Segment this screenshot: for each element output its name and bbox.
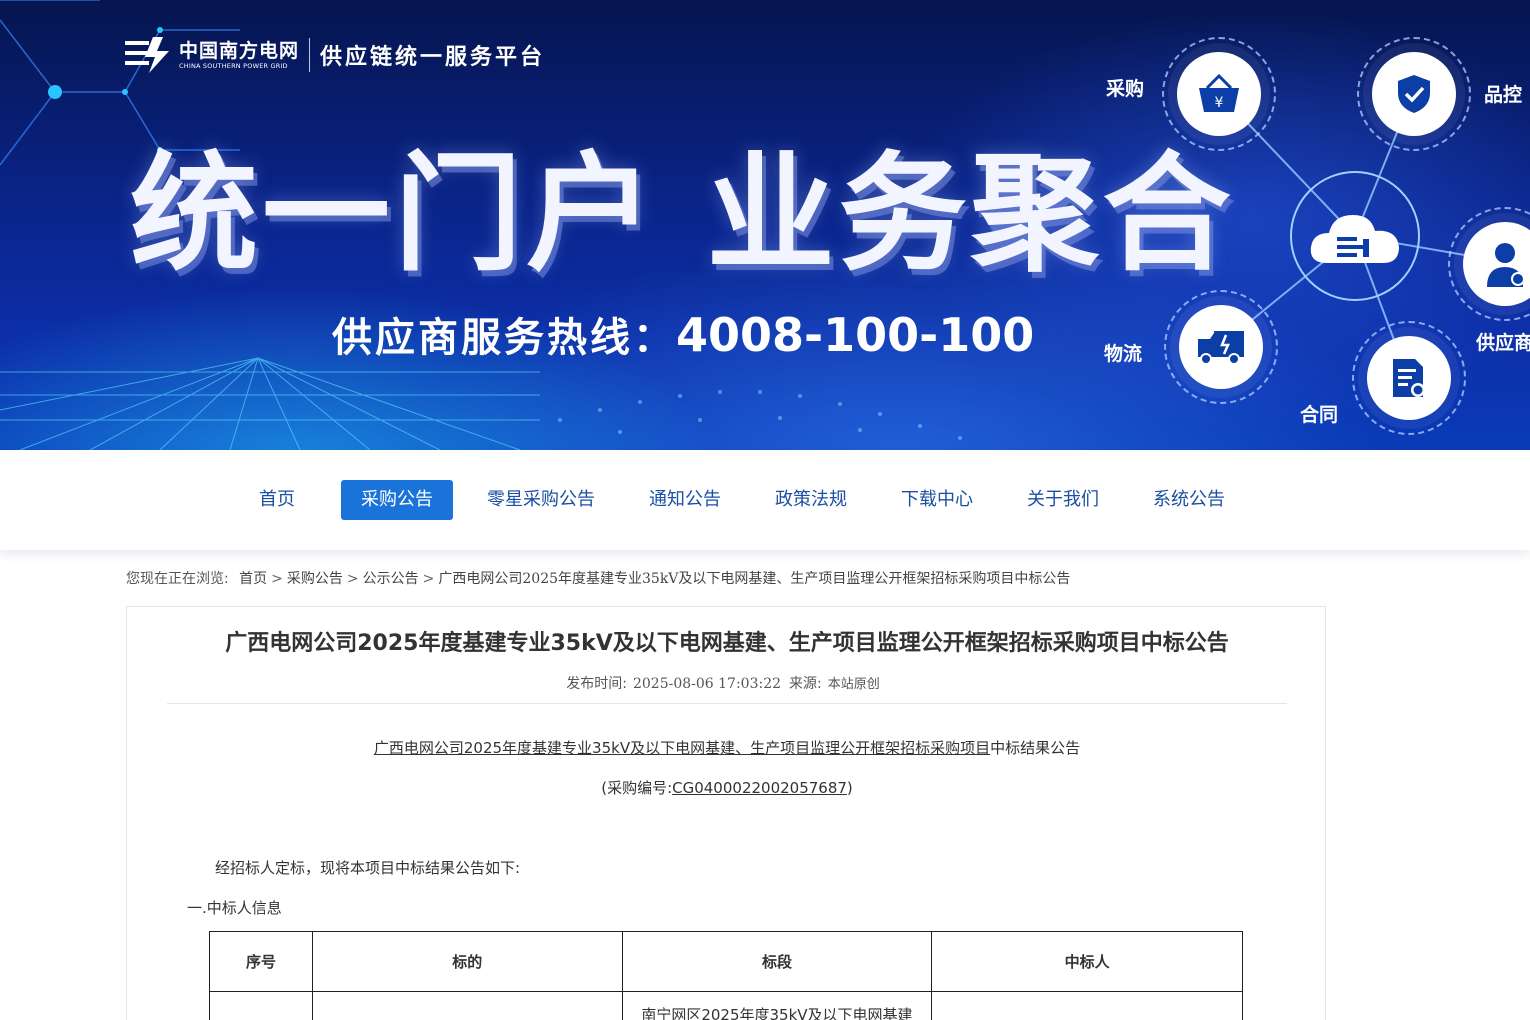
- breadcrumb-separator: >: [346, 571, 359, 587]
- project-link[interactable]: 广西电网公司2025年度基建专业35kV及以下电网基建、生产项目监理公开框架招标…: [374, 739, 990, 757]
- breadcrumb-home[interactable]: 首页: [239, 571, 267, 587]
- hub-label-supplier: 供应商: [1476, 332, 1530, 354]
- table-cell-subject: [311, 991, 623, 1020]
- main-navigation: 首页 采购公告 零星采购公告 通知公告 政策法规 下载中心 关于我们 系统公告: [0, 450, 1530, 550]
- contract-node[interactable]: [1367, 336, 1451, 420]
- document-heading-suffix: 中标结果公告: [990, 739, 1081, 757]
- hotline-label: 供应商服务热线：: [332, 315, 676, 361]
- hotline: 供应商服务热线：4008-100-100: [332, 305, 1034, 363]
- table-header-index: 序号: [209, 931, 313, 992]
- nav-item-system-notice[interactable]: 系统公告: [1139, 480, 1239, 520]
- table-header-subject: 标的: [311, 931, 623, 992]
- nav-item-notices[interactable]: 通知公告: [635, 480, 735, 520]
- source-label: 来源:: [789, 676, 822, 692]
- logo-divider: [309, 38, 311, 72]
- hub-label-logistics: 物流: [1104, 343, 1143, 365]
- breadcrumb-procurement-notice[interactable]: 采购公告: [287, 571, 343, 587]
- procurement-code-prefix: (采购编号:: [601, 779, 673, 797]
- logo-chinese-name: 中国南方电网: [179, 40, 300, 62]
- publish-time-label: 发布时间:: [566, 676, 627, 692]
- hub-label-purchase: 采购: [1106, 78, 1145, 100]
- hub-label-contract: 合同: [1300, 404, 1339, 426]
- banner: 中国南方电网 CHINA SOUTHERN POWER GRID 供应链统一服务…: [0, 0, 1530, 450]
- winner-table: 序号 标的 标段 中标人 南宁网区2025年度35kV及以下电网基建: [209, 931, 1243, 1020]
- procurement-code-line: (采购编号:CG0400022002057687): [127, 777, 1327, 798]
- breadcrumb-current: 广西电网公司2025年度基建专业35kV及以下电网基建、生产项目监理公开框架招标…: [438, 571, 1071, 587]
- section-heading-winner-info: 一.中标人信息: [187, 899, 282, 917]
- table-cell-winner: [931, 991, 1243, 1020]
- intro-paragraph: 经招标人定标，现将本项目中标结果公告如下:: [215, 859, 521, 877]
- document-heading: 广西电网公司2025年度基建专业35kV及以下电网基建、生产项目监理公开框架招标…: [127, 737, 1327, 758]
- article-meta: 发布时间: 2025-08-06 17:03:22 来源: 本站原创: [127, 673, 1327, 693]
- supplier-person-icon: [1487, 243, 1525, 287]
- purchase-node[interactable]: ¥: [1177, 52, 1261, 136]
- table-header-winner: 中标人: [931, 931, 1243, 992]
- platform-name: 供应链统一服务平台: [320, 45, 546, 70]
- contract-document-icon: [1393, 359, 1425, 397]
- logistics-node[interactable]: [1179, 305, 1263, 389]
- banner-slogan: 统一门户 业务聚合: [130, 140, 1235, 289]
- breadcrumb-separator: >: [422, 571, 435, 587]
- quality-node[interactable]: [1372, 52, 1456, 136]
- nav-item-policies[interactable]: 政策法规: [761, 480, 861, 520]
- breadcrumb-public-notice[interactable]: 公示公告: [363, 571, 419, 587]
- table-row: 南宁网区2025年度35kV及以下电网基建: [209, 991, 1243, 1020]
- table-header-lot: 标段: [621, 931, 933, 992]
- nav-item-downloads[interactable]: 下载中心: [887, 480, 987, 520]
- nav-item-about-us[interactable]: 关于我们: [1013, 480, 1113, 520]
- article-title: 广西电网公司2025年度基建专业35kV及以下电网基建、生产项目监理公开框架招标…: [225, 631, 1229, 656]
- table-header-row: 序号 标的 标段 中标人: [209, 931, 1243, 992]
- nav-item-home[interactable]: 首页: [237, 480, 317, 520]
- breadcrumb: 您现在正在浏览: 首页 > 采购公告 > 公示公告 > 广西电网公司2025年度基建专业35…: [126, 568, 1070, 588]
- power-grid-logo-icon: [125, 37, 169, 73]
- logo-english-name: CHINA SOUTHERN POWER GRID: [179, 62, 288, 70]
- source-value: 本站原创: [827, 677, 880, 692]
- breadcrumb-separator: >: [271, 571, 283, 587]
- hub-label-quality: 品控: [1484, 84, 1523, 106]
- cloud-hub: [1307, 188, 1403, 284]
- table-cell-lot: 南宁网区2025年度35kV及以下电网基建: [621, 991, 933, 1020]
- publish-time: 2025-08-06 17:03:22: [632, 676, 782, 692]
- truck-icon: [1198, 331, 1244, 365]
- hotline-number: 4008-100-100: [676, 308, 1035, 362]
- brand-logo[interactable]: 中国南方电网 CHINA SOUTHERN POWER GRID 供应链统一服务…: [125, 37, 545, 73]
- nav-item-sporadic-procurement[interactable]: 零星采购公告: [477, 480, 605, 520]
- table-cell-index: [209, 991, 313, 1020]
- cloud-icon: [1310, 215, 1399, 263]
- svg-text:¥: ¥: [1215, 95, 1224, 111]
- breadcrumb-prefix: 您现在正在浏览:: [126, 571, 229, 587]
- shopping-basket-icon: ¥: [1199, 74, 1239, 112]
- procurement-code-link[interactable]: CG0400022002057687: [672, 779, 847, 797]
- article-panel: 广西电网公司2025年度基建专业35kV及以下电网基建、生产项目监理公开框架招标…: [126, 606, 1326, 1020]
- article-divider: [167, 703, 1287, 704]
- nav-item-procurement-notice[interactable]: 采购公告: [341, 480, 453, 520]
- procurement-code-suffix: ): [846, 779, 853, 797]
- shield-check-icon: [1398, 75, 1430, 113]
